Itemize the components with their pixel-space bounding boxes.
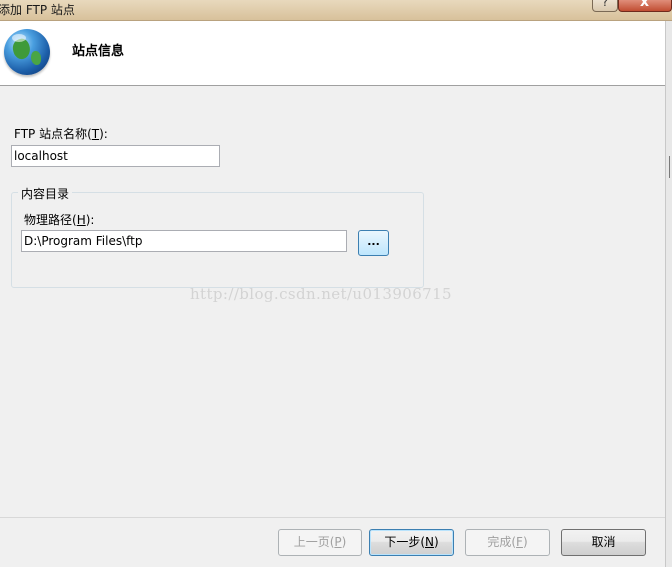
footer-divider: [0, 517, 665, 518]
site-name-label: FTP 站点名称(T):: [14, 127, 108, 141]
globe-icon: [4, 29, 50, 75]
title-bar: 添加 FTP 站点 ? x: [0, 0, 672, 21]
window-border: [665, 21, 672, 567]
page-title: 站点信息: [72, 44, 125, 59]
finish-button[interactable]: 完成(F): [465, 529, 550, 556]
close-icon: x: [640, 0, 650, 10]
physical-path-input[interactable]: D:\Program Files\ftp: [21, 230, 347, 252]
next-button[interactable]: 下一步(N): [369, 529, 454, 556]
site-name-input[interactable]: localhost: [11, 145, 220, 167]
browse-button[interactable]: ...: [358, 230, 389, 256]
wizard-header: 站点信息: [0, 21, 665, 86]
help-button[interactable]: ?: [592, 0, 618, 12]
cancel-button[interactable]: 取消: [561, 529, 646, 556]
physical-path-label: 物理路径(H):: [24, 213, 95, 227]
previous-button[interactable]: 上一页(P): [278, 529, 362, 556]
close-button[interactable]: x: [618, 0, 672, 12]
content-directory-legend: 内容目录: [18, 185, 73, 202]
help-icon: ?: [602, 0, 609, 9]
window-title: 添加 FTP 站点: [0, 3, 75, 17]
watermark: http://blog.csdn.net/u013906715: [190, 285, 452, 303]
